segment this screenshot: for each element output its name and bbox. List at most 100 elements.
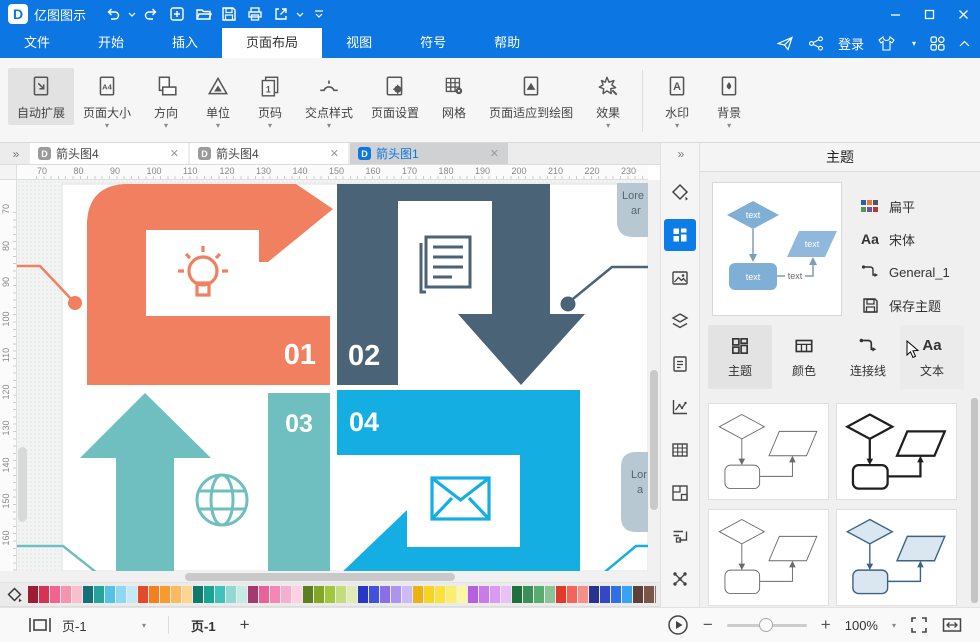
fullscreen-icon[interactable] bbox=[910, 616, 928, 634]
color-swatch[interactable] bbox=[512, 586, 522, 603]
tshirt-caret[interactable]: ▾ bbox=[912, 39, 916, 48]
ribbon-page-size[interactable]: A4 页面大小 ▾ bbox=[74, 68, 140, 133]
table-panel-icon[interactable] bbox=[664, 434, 696, 466]
fill-format-icon[interactable] bbox=[664, 176, 696, 208]
color-swatch[interactable] bbox=[215, 586, 225, 603]
menu-view[interactable]: 视图 bbox=[322, 28, 396, 58]
color-swatch[interactable] bbox=[204, 586, 214, 603]
notes-panel-icon[interactable] bbox=[664, 348, 696, 380]
color-swatch[interactable] bbox=[347, 586, 357, 603]
theme-connector-control[interactable]: General_1 bbox=[860, 261, 972, 283]
ribbon-page-number[interactable]: 1 页码 ▾ bbox=[244, 68, 296, 133]
color-swatch[interactable] bbox=[28, 586, 38, 603]
color-swatch[interactable] bbox=[105, 586, 115, 603]
close-button[interactable] bbox=[946, 0, 980, 28]
tab-connectors[interactable]: 连接线 bbox=[836, 325, 900, 389]
close-tab-icon[interactable]: ✕ bbox=[487, 147, 502, 160]
new-document-icon[interactable] bbox=[164, 3, 190, 25]
color-swatch[interactable] bbox=[160, 586, 170, 603]
ribbon-junction-style[interactable]: 交点样式 ▾ bbox=[296, 68, 362, 133]
zoom-slider-handle[interactable] bbox=[759, 618, 773, 632]
color-swatch[interactable] bbox=[248, 586, 258, 603]
color-swatch[interactable] bbox=[633, 586, 643, 603]
maximize-button[interactable] bbox=[912, 0, 946, 28]
print-icon[interactable] bbox=[242, 3, 268, 25]
undo-caret[interactable] bbox=[126, 3, 138, 25]
color-swatch[interactable] bbox=[226, 586, 236, 603]
color-swatch[interactable] bbox=[237, 586, 247, 603]
color-swatch[interactable] bbox=[292, 586, 302, 603]
drawing-canvas[interactable]: 01 02 03 bbox=[17, 180, 648, 571]
menu-help[interactable]: 帮助 bbox=[470, 28, 544, 58]
tab-theme[interactable]: 主题 bbox=[708, 325, 772, 389]
share-icon[interactable] bbox=[808, 36, 824, 51]
page-tab[interactable]: 页-1 bbox=[191, 616, 216, 635]
export-icon[interactable] bbox=[268, 3, 294, 25]
color-swatch[interactable] bbox=[556, 586, 566, 603]
theme-thumbnail[interactable] bbox=[708, 403, 829, 500]
outline-panel-icon[interactable] bbox=[664, 520, 696, 552]
panel-handle[interactable] bbox=[18, 447, 27, 522]
menu-symbols[interactable]: 符号 bbox=[396, 28, 470, 58]
color-swatch[interactable] bbox=[380, 586, 390, 603]
callout-bottom[interactable]: Lor a bbox=[621, 452, 648, 532]
color-swatch[interactable] bbox=[358, 586, 368, 603]
step-01-shape[interactable]: 01 bbox=[87, 184, 333, 385]
send-feedback-icon[interactable] bbox=[777, 36, 794, 51]
tab-colors[interactable]: 颜色 bbox=[772, 325, 836, 389]
color-swatch[interactable] bbox=[270, 586, 280, 603]
zoom-out-icon[interactable]: − bbox=[703, 615, 713, 635]
menu-file[interactable]: 文件 bbox=[0, 28, 74, 58]
color-swatch[interactable] bbox=[457, 586, 467, 603]
page-selector[interactable]: 页-1 bbox=[62, 616, 132, 635]
zoom-slider[interactable] bbox=[727, 624, 807, 627]
color-swatch[interactable] bbox=[138, 586, 148, 603]
color-swatch[interactable] bbox=[325, 586, 335, 603]
close-tab-icon[interactable]: ✕ bbox=[167, 147, 182, 160]
ribbon-auto-expand[interactable]: 自动扩展 bbox=[8, 68, 74, 125]
color-swatch[interactable] bbox=[281, 586, 291, 603]
layers-panel-icon[interactable] bbox=[664, 305, 696, 337]
color-swatch[interactable] bbox=[479, 586, 489, 603]
color-swatch[interactable] bbox=[468, 586, 478, 603]
doc-tab-1[interactable]: D 箭头图4 ✕ bbox=[30, 143, 188, 164]
ribbon-units[interactable]: 单位 ▾ bbox=[192, 68, 244, 133]
zoom-in-icon[interactable]: + bbox=[821, 615, 831, 635]
color-swatch[interactable] bbox=[589, 586, 599, 603]
color-swatch[interactable] bbox=[171, 586, 181, 603]
color-swatch[interactable] bbox=[501, 586, 511, 603]
horizontal-scrollbar[interactable] bbox=[0, 571, 660, 583]
tshirt-theme-icon[interactable] bbox=[878, 36, 898, 51]
color-swatch[interactable] bbox=[435, 586, 445, 603]
color-swatch[interactable] bbox=[446, 586, 456, 603]
picture-panel-icon[interactable] bbox=[664, 262, 696, 294]
page-panel-icon[interactable] bbox=[28, 617, 52, 633]
page-selector-caret[interactable]: ▾ bbox=[142, 621, 146, 630]
export-caret[interactable] bbox=[294, 3, 306, 25]
save-theme-control[interactable]: 保存主题 bbox=[860, 294, 972, 316]
color-swatch[interactable] bbox=[72, 586, 82, 603]
doc-tab-2[interactable]: D 箭头图4 ✕ bbox=[190, 143, 348, 164]
presentation-play-icon[interactable] bbox=[667, 614, 689, 636]
login-button[interactable]: 登录 bbox=[838, 34, 864, 53]
theme-thumbnail[interactable] bbox=[836, 509, 957, 606]
ribbon-orientation[interactable]: 方向 ▾ bbox=[140, 68, 192, 133]
color-swatch[interactable] bbox=[523, 586, 533, 603]
menu-page-layout[interactable]: 页面布局 bbox=[222, 28, 322, 58]
apps-grid-icon[interactable] bbox=[930, 36, 945, 51]
callout-top[interactable]: Lore ar bbox=[617, 183, 648, 237]
tabs-scroll-left-icon[interactable]: » bbox=[0, 143, 30, 164]
vertical-scrollbar[interactable] bbox=[648, 180, 660, 571]
color-swatch[interactable] bbox=[578, 586, 588, 603]
color-swatch[interactable] bbox=[94, 586, 104, 603]
redo-icon[interactable] bbox=[138, 3, 164, 25]
color-swatch[interactable] bbox=[567, 586, 577, 603]
theme-thumbnail[interactable] bbox=[708, 509, 829, 606]
color-swatch[interactable] bbox=[314, 586, 324, 603]
color-swatch[interactable] bbox=[50, 586, 60, 603]
color-swatch[interactable] bbox=[116, 586, 126, 603]
customize-toolbar-icon[interactable] bbox=[306, 3, 332, 25]
open-folder-icon[interactable] bbox=[190, 3, 216, 25]
color-swatch[interactable] bbox=[655, 586, 656, 603]
ribbon-effects[interactable]: 效果 ▾ bbox=[582, 68, 634, 133]
